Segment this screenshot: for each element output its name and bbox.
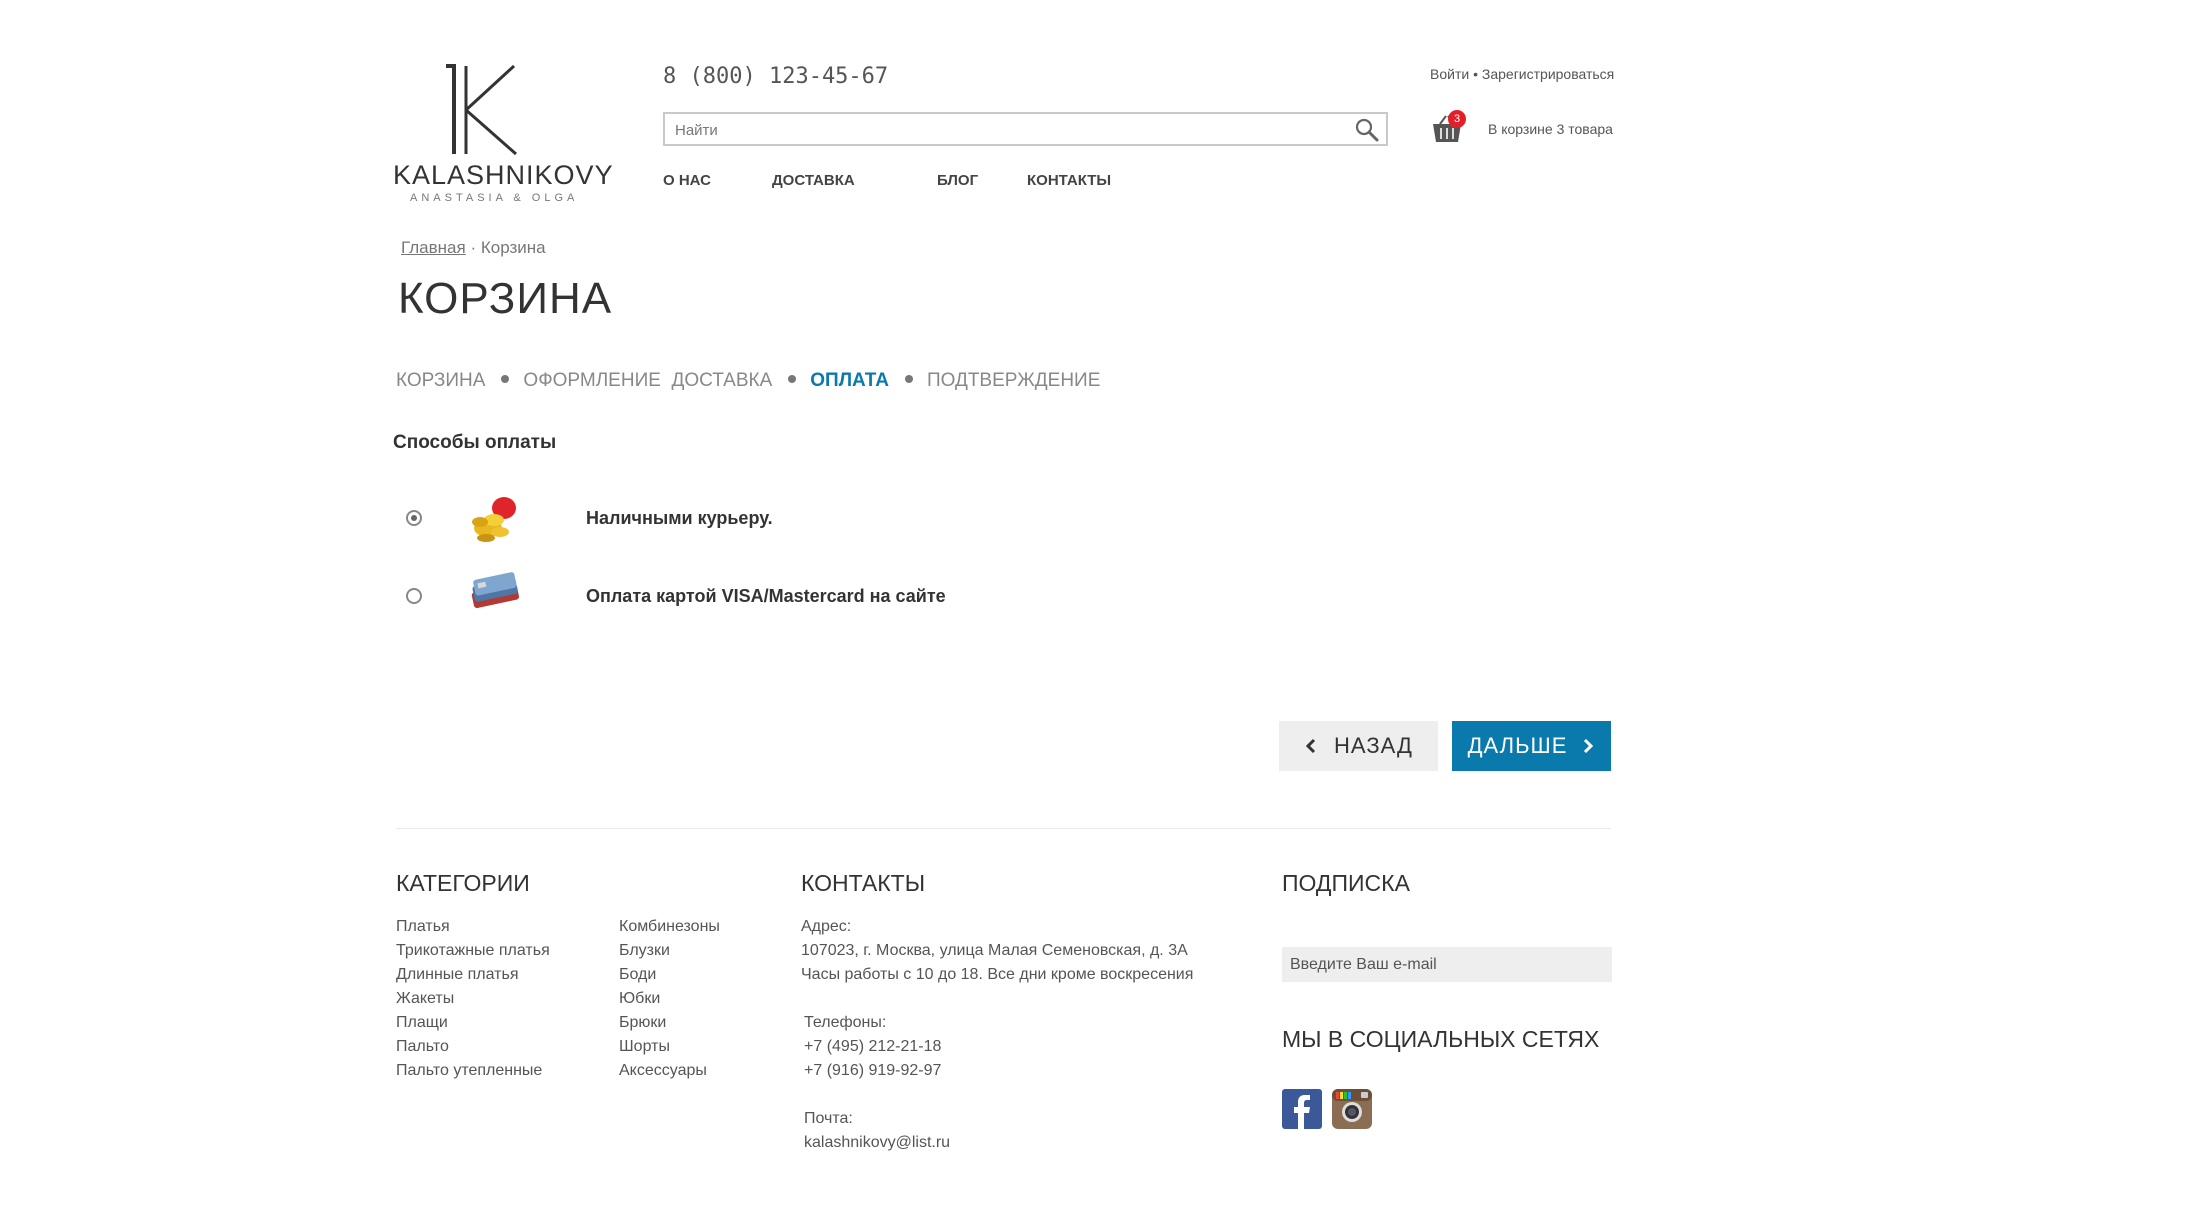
category-link[interactable]: Длинные платья — [396, 966, 519, 984]
search-input[interactable] — [673, 116, 1337, 144]
payment-label-card[interactable]: Оплата картой VISA/Mastercard на сайте — [586, 586, 946, 607]
payment-option-cash[interactable]: Наличными курьеру. — [404, 494, 1004, 554]
category-link[interactable]: Пальто утепленные — [396, 1062, 542, 1080]
breadcrumb-separator: · — [470, 238, 477, 257]
chevron-right-icon — [1584, 738, 1594, 754]
footer-social-title: МЫ В СОЦИАЛЬНЫХ СЕТЯХ — [1282, 1026, 1600, 1052]
radio-card[interactable] — [406, 588, 422, 604]
logo-k-mark — [446, 64, 517, 156]
step-dot — [788, 375, 797, 384]
category-link[interactable]: Платья — [396, 918, 450, 936]
cart-button[interactable]: 3 — [1430, 110, 1466, 146]
search-icon[interactable] — [1354, 117, 1380, 143]
mail-label: Почта: — [804, 1110, 853, 1127]
auth-links: Войти • Зарегистрироваться — [1430, 66, 1614, 82]
address-text: 107023, г. Москва, улица Малая Семеновск… — [801, 942, 1188, 959]
category-link[interactable]: Комбинезоны — [619, 918, 720, 936]
next-button-label: ДАЛЬШЕ — [1467, 733, 1568, 758]
step-confirmation[interactable]: ПОДТВЕРЖДЕНИЕ — [927, 370, 1100, 391]
step-delivery[interactable]: ОФОРМЛЕНИЕ ДОСТАВКА — [523, 370, 772, 391]
breadcrumb: Главная · Корзина — [401, 238, 546, 258]
instagram-icon[interactable] — [1332, 1089, 1372, 1129]
category-link[interactable]: Шорты — [619, 1038, 670, 1056]
category-link[interactable]: Брюки — [619, 1014, 666, 1032]
nav-about[interactable]: О НАС — [663, 172, 711, 189]
footer-divider — [396, 828, 1611, 829]
step-dot — [501, 375, 510, 384]
category-link[interactable]: Юбки — [619, 990, 660, 1008]
breadcrumb-current: Корзина — [480, 238, 546, 257]
footer-categories-title: КАТЕГОРИИ — [396, 870, 530, 896]
subscribe-email-input[interactable] — [1282, 947, 1612, 982]
category-link[interactable]: Боди — [619, 966, 656, 984]
facebook-icon[interactable] — [1282, 1089, 1322, 1129]
next-button[interactable]: ДАЛЬШЕ — [1452, 721, 1611, 771]
nav-blog[interactable]: БЛОГ — [937, 172, 978, 189]
cart-count-badge: 3 — [1448, 110, 1466, 128]
logo-subtitle: ANASTASIA & OLGA — [410, 192, 579, 204]
radio-cash[interactable] — [406, 510, 422, 526]
footer-subscribe-title: ПОДПИСКА — [1282, 870, 1410, 896]
logo-name: KALASHNIKOVY — [393, 160, 614, 190]
working-hours: Часы работы с 10 до 18. Все дни кроме во… — [801, 966, 1194, 983]
header-phone: 8 (800) 123-45-67 — [663, 64, 889, 89]
category-link[interactable]: Блузки — [619, 942, 670, 960]
phones-label: Телефоны: — [804, 1014, 887, 1031]
address-label: Адрес: — [801, 918, 852, 935]
back-button[interactable]: НАЗАД — [1279, 721, 1438, 771]
search-box — [663, 112, 1388, 146]
footer-phone-1[interactable]: +7 (495) 212-21-18 — [804, 1038, 941, 1056]
chevron-left-icon — [1305, 738, 1316, 754]
register-link[interactable]: Зарегистрироваться — [1482, 66, 1614, 82]
nav-delivery[interactable]: ДОСТАВКА — [772, 172, 855, 189]
category-link[interactable]: Плащи — [396, 1014, 448, 1032]
footer-phone-2[interactable]: +7 (916) 919-92-97 — [804, 1062, 941, 1080]
nav-contacts[interactable]: КОНТАКТЫ — [1027, 172, 1111, 189]
coins-icon — [472, 497, 516, 542]
step-dot — [904, 375, 913, 384]
step-payment[interactable]: ОПЛАТА — [810, 370, 889, 391]
category-link[interactable]: Аксессуары — [619, 1062, 707, 1080]
cart-summary[interactable]: В корзине 3 товара — [1488, 121, 1613, 137]
page-title: КОРЗИНА — [398, 274, 613, 323]
footer-email-link[interactable]: kalashnikovy@list.ru — [804, 1134, 950, 1152]
login-link[interactable]: Войти — [1430, 66, 1469, 82]
breadcrumb-home[interactable]: Главная — [401, 238, 466, 257]
category-link[interactable]: Пальто — [396, 1038, 449, 1056]
category-link[interactable]: Трикотажные платья — [396, 942, 550, 960]
payment-heading: Способы оплаты — [393, 432, 557, 453]
cards-icon — [471, 572, 520, 609]
auth-separator: • — [1473, 66, 1478, 82]
category-link[interactable]: Жакеты — [396, 990, 454, 1008]
checkout-steps: КОРЗИНА ОФОРМЛЕНИЕ ДОСТАВКА ОПЛАТА ПОДТВЕРЖ… — [396, 370, 1100, 392]
step-cart[interactable]: КОРЗИНА — [396, 370, 485, 391]
footer-contacts-title: КОНТАКТЫ — [801, 870, 926, 896]
payment-label-cash[interactable]: Наличными курьеру. — [586, 508, 773, 529]
back-button-label: НАЗАД — [1334, 733, 1413, 758]
payment-option-card[interactable]: Оплата картой VISA/Mastercard на сайте — [404, 568, 1004, 628]
